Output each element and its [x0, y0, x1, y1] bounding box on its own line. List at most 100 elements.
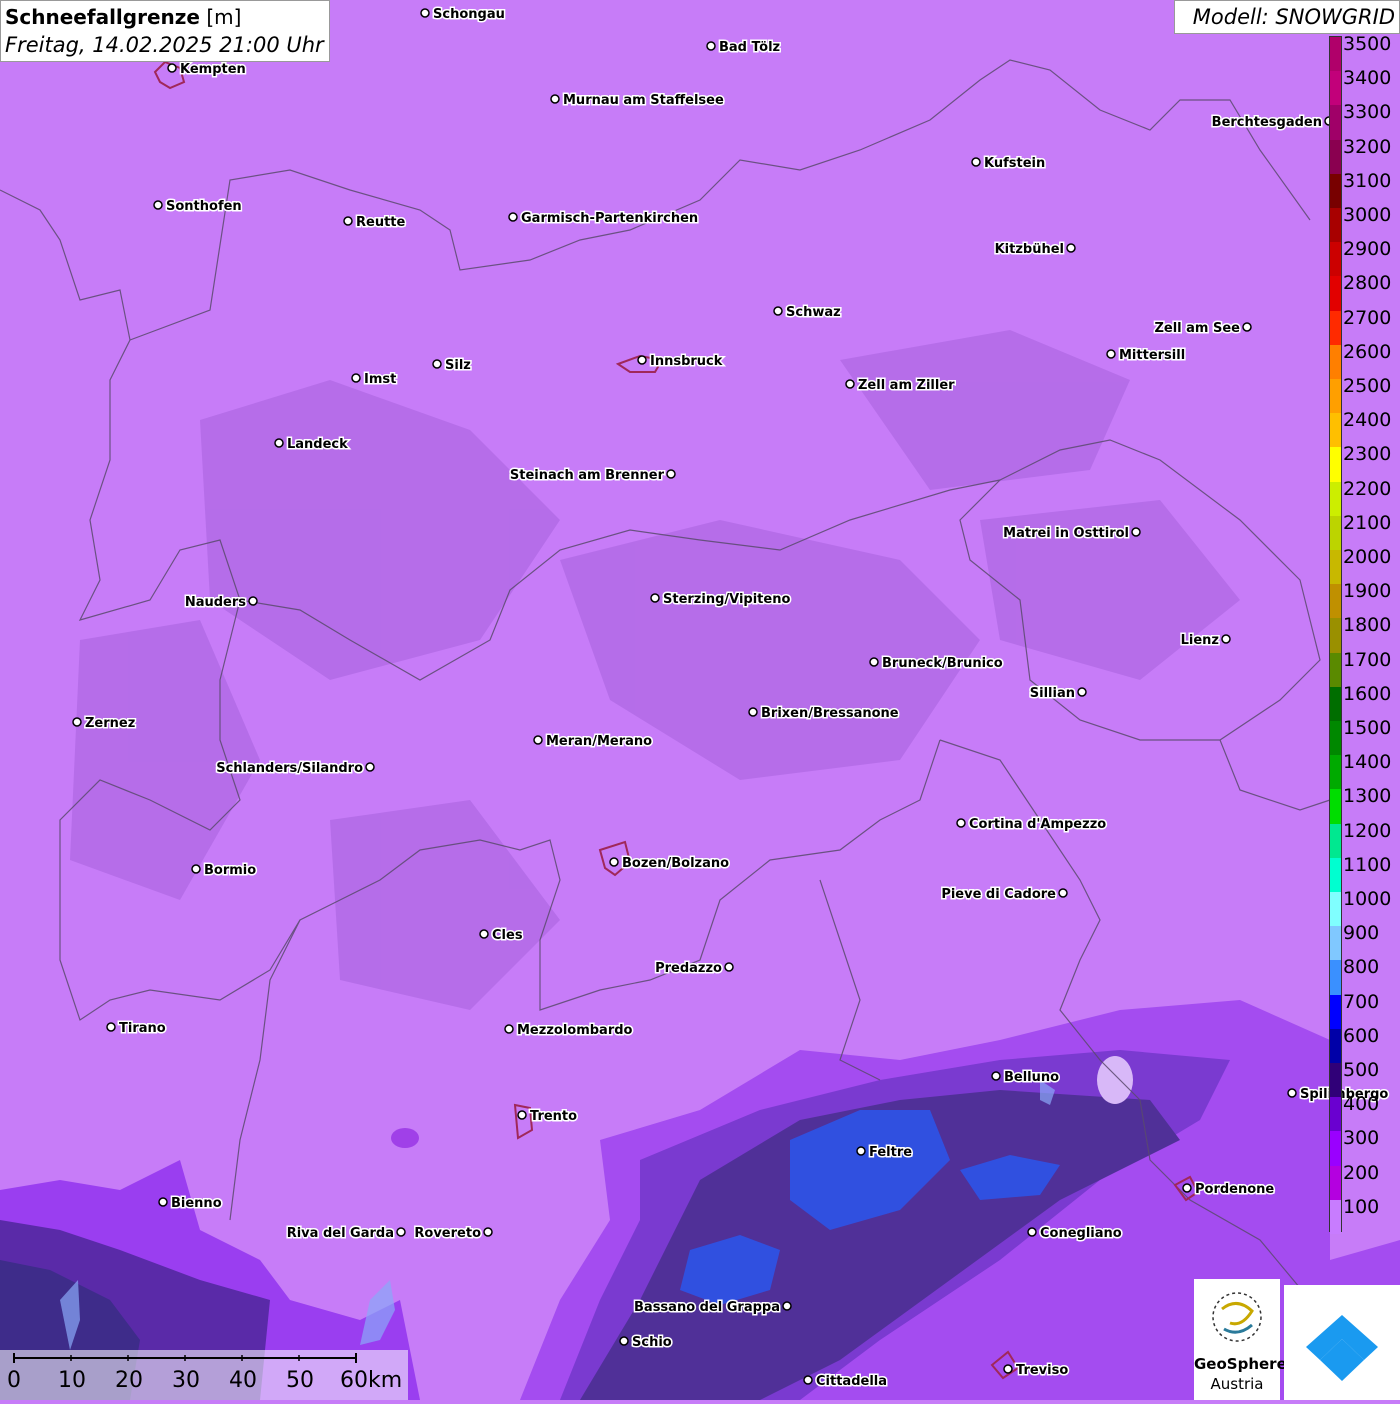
city-marker: Zell am See: [1153, 320, 1252, 338]
city-label: Feltre: [869, 1145, 912, 1160]
city-dot: [167, 63, 177, 73]
legend-label: 1500: [1343, 717, 1392, 739]
city-label: Imst: [364, 372, 396, 387]
geosphere-logo[interactable]: GeoSphere Austria: [1194, 1279, 1287, 1400]
city-dot: [248, 596, 258, 606]
city-marker: Matrei in Osttirol: [1002, 525, 1141, 543]
city-label: Murnau am Staffelsee: [563, 93, 724, 108]
city-label: Garmisch-Partenkirchen: [521, 211, 698, 226]
city-label: Sillian: [1030, 686, 1075, 701]
legend-swatch: [1330, 344, 1341, 380]
city-marker: Sterzing/Vipiteno: [650, 591, 792, 609]
city-label: Riva del Garda: [287, 1226, 394, 1241]
city-label: Meran/Merano: [546, 734, 652, 749]
color-legend: 3500 3400 3300 3200 3100 3000 2900 2800 2700 2600…: [1329, 33, 1400, 1235]
legend-label: 1800: [1343, 614, 1392, 637]
city-dot: [1027, 1227, 1037, 1237]
legend-swatch: [1330, 173, 1341, 209]
city-label: Bormio: [204, 863, 256, 878]
city-dot: [504, 1024, 514, 1034]
city-dot: [803, 1375, 813, 1385]
legend-label: 3200: [1343, 135, 1392, 158]
city-label: Steinach am Brenner: [510, 468, 665, 483]
city-marker: Conegliano: [1027, 1225, 1123, 1243]
city-label: Cittadella: [816, 1374, 887, 1389]
legend-label: 3100: [1343, 169, 1392, 192]
legend-label: 1100: [1343, 853, 1392, 876]
city-dot: [533, 735, 543, 745]
city-dot: [956, 818, 966, 828]
legend-label: 2600: [1343, 340, 1392, 363]
city-label: Zell am See: [1154, 321, 1240, 336]
city-label: Bozen/Bolzano: [622, 856, 729, 871]
city-marker: Innsbruck: [637, 353, 724, 371]
city-dot: [1287, 1088, 1297, 1098]
city-dot: [991, 1071, 1001, 1081]
city-dot: [748, 707, 758, 717]
geosphere-name: GeoSphere: [1194, 1355, 1287, 1373]
city-dot: [351, 373, 361, 383]
legend-swatch: [1330, 755, 1341, 790]
legend-swatch: [1330, 242, 1341, 277]
city-dot: [869, 657, 879, 667]
city-dot: [517, 1110, 527, 1120]
legend-swatch: [1330, 618, 1341, 654]
scale-label: 0: [7, 1368, 21, 1393]
legend-swatch: [1330, 823, 1341, 859]
city-marker: Meran/Merano: [533, 733, 654, 751]
scale-bar: 0 10 20 30 40 50 60km: [0, 1350, 408, 1400]
scale-label: 30: [172, 1368, 200, 1393]
city-dot: [724, 962, 734, 972]
city-dot: [782, 1301, 792, 1311]
city-label: Kitzbühel: [995, 242, 1064, 257]
scale-label: 40: [229, 1368, 257, 1393]
legend-label: 2700: [1343, 306, 1392, 329]
legend-swatch: [1330, 208, 1341, 243]
city-label: Bruneck/Brunico: [882, 656, 1003, 671]
legend-label: 1900: [1343, 580, 1392, 603]
city-label: Cles: [492, 928, 523, 943]
legend-label: 2900: [1343, 238, 1392, 261]
city-dot: [72, 717, 82, 727]
legend-label: 3500: [1343, 33, 1392, 55]
map-title-main: Schneefallgrenze: [5, 5, 200, 29]
city-dot: [856, 1146, 866, 1156]
model-label: Modell: SNOWGRID: [1174, 0, 1400, 34]
legend-swatch: [1330, 960, 1341, 996]
legend-swatch: [1330, 413, 1341, 448]
city-dot: [1058, 888, 1068, 898]
title-box: Schneefallgrenze [m] Freitag, 14.02.2025…: [0, 0, 330, 62]
city-marker: Kempten: [167, 61, 247, 79]
city-dot: [609, 857, 619, 867]
legend-swatch: [1330, 892, 1341, 927]
city-label: Sonthofen: [166, 199, 242, 214]
legend-label: 2200: [1343, 477, 1392, 500]
scale-label: 20: [115, 1368, 143, 1393]
legend-swatch: [1330, 550, 1341, 585]
city-label: Sterzing/Vipiteno: [663, 592, 790, 607]
legend-label: 400: [1343, 1093, 1380, 1116]
city-dot: [106, 1022, 116, 1032]
legend-swatch: [1330, 994, 1341, 1030]
scale-label: 60km: [340, 1368, 403, 1393]
legend-swatch: [1330, 37, 1341, 72]
legend-label: 3300: [1343, 101, 1392, 124]
city-marker: Cittadella: [803, 1373, 889, 1391]
city-dot: [1242, 322, 1252, 332]
city-dot: [508, 212, 518, 222]
city-label: Cortina d'Ampezzo: [969, 817, 1106, 832]
city-dot: [479, 929, 489, 939]
city-dot: [365, 762, 375, 772]
city-label: Schio: [632, 1335, 672, 1350]
legend-label: 300: [1343, 1127, 1380, 1150]
snow-app-logo[interactable]: [1284, 1285, 1400, 1400]
city-marker: Bassano del Grappa: [633, 1299, 792, 1317]
legend-swatch: [1330, 105, 1341, 141]
city-label: Bad Tölz: [719, 40, 780, 55]
legend-swatch: [1330, 1165, 1341, 1201]
legend-label: 1300: [1343, 785, 1392, 808]
city-label: Landeck: [287, 437, 348, 452]
city-label: Matrei in Osttirol: [1003, 526, 1129, 541]
city-dot: [550, 94, 560, 104]
legend-label: 2800: [1343, 272, 1392, 295]
